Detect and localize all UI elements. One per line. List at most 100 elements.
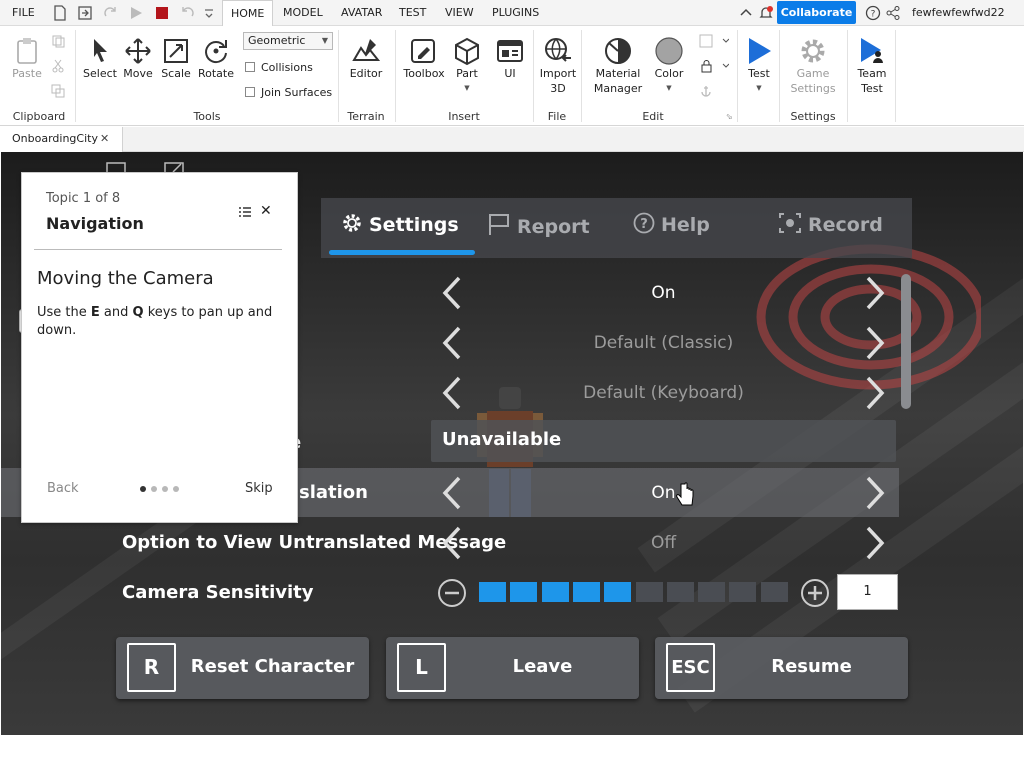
resume-button[interactable]: ESC Resume [655,637,908,699]
setting-value: Default (Keyboard) [583,383,744,403]
tab-home[interactable]: HOME [222,0,274,27]
divider [847,30,848,122]
divider [581,30,582,122]
material-manager-button[interactable]: Material Manager [590,36,646,96]
tab-help-label: Help [661,214,710,236]
share-icon[interactable] [885,5,901,21]
camera-sensitivity-input[interactable]: 1 [837,574,898,610]
collapse-ribbon-icon[interactable] [738,5,754,21]
team-test-label-line1: Team [857,67,887,80]
paste-label: Paste [12,67,42,80]
sensitivity-segment[interactable] [635,582,663,602]
chevron-right-icon[interactable] [863,275,887,311]
chevron-right-icon[interactable] [863,475,887,511]
tab-model[interactable]: MODEL [279,0,327,26]
tab-help[interactable]: ? Help [633,212,710,236]
username[interactable]: fewfewfewfwd22 [912,0,1005,26]
divider [34,249,282,250]
geometry-mode-select[interactable]: Geometric ▼ [243,32,333,50]
team-test-button[interactable]: Team Test [852,36,892,96]
tab-record-label: Record [808,214,883,236]
sensitivity-segment[interactable] [572,582,600,602]
part-button[interactable]: Part ▼ [451,36,483,96]
divider [395,30,396,122]
toolbox-button[interactable]: Toolbox [401,36,447,81]
chevron-down-icon: ▼ [464,84,470,92]
terrain-editor-button[interactable]: Editor [345,36,387,81]
chevron-right-icon[interactable] [863,325,887,361]
tab-report[interactable]: Report [487,212,590,238]
move-tool-button[interactable]: Move [121,36,155,81]
chevron-right-icon[interactable] [863,375,887,411]
skip-button[interactable]: Skip [245,481,273,496]
game-settings-button[interactable]: Game Settings [786,36,840,96]
sensitivity-segment[interactable] [666,582,694,602]
lock-icon[interactable] [699,59,729,73]
editor-label: Editor [349,67,383,80]
chevron-left-icon[interactable] [440,375,464,411]
new-file-icon[interactable] [52,5,68,21]
chevron-left-icon[interactable] [440,275,464,311]
increase-plus-icon[interactable] [800,578,830,608]
sensitivity-segment[interactable] [729,582,757,602]
undo-icon[interactable] [180,5,196,21]
collaborate-button[interactable]: Collaborate [777,1,856,24]
redo-icon[interactable] [102,5,118,21]
tab-plugins[interactable]: PLUGINS [488,0,543,26]
sensitivity-segment[interactable] [510,582,538,602]
expand-group-icon[interactable]: ⬂ [726,112,733,121]
sensitivity-segment[interactable] [698,582,726,602]
color-button[interactable]: Color ▼ [650,36,688,96]
tab-avatar[interactable]: AVATAR [337,0,386,26]
back-button[interactable]: Back [47,481,79,496]
stop-icon[interactable] [154,5,170,21]
notification-bell-icon[interactable] [758,5,774,21]
unavailable-dropdown[interactable]: Unavailable [431,420,896,462]
file-group-label: File [547,110,567,123]
edit-group-label: Edit [642,110,664,123]
publish-icon[interactable] [77,5,93,21]
material-label-line2: Manager [593,82,643,95]
tutorial-title: Navigation [46,214,144,233]
reset-character-button[interactable]: R Reset Character [116,637,369,699]
join-surfaces-checkbox[interactable]: Join Surfaces [245,86,332,100]
chevron-right-icon[interactable] [863,525,887,561]
test-button[interactable]: Test ▼ [742,36,776,96]
tab-view[interactable]: VIEW [441,0,478,26]
sensitivity-segment[interactable] [760,582,788,602]
settings-scrollbar[interactable] [901,274,911,409]
sensitivity-segment[interactable] [479,582,506,602]
copy-icon[interactable] [51,34,65,48]
anchor-icon[interactable] [699,84,713,98]
leave-button[interactable]: L Leave [386,637,639,699]
decrease-minus-icon[interactable] [437,578,467,608]
play-icon[interactable] [128,5,144,21]
checkbox-box [245,87,255,97]
duplicate-icon[interactable] [51,84,65,98]
chevron-left-icon[interactable] [440,325,464,361]
sensitivity-segment[interactable] [604,582,632,602]
help-icon[interactable]: ? [865,5,881,21]
topic-list-icon[interactable] [238,206,252,218]
paste-button[interactable]: Paste [8,36,46,81]
chevron-left-icon[interactable] [440,525,464,561]
close-tab-icon[interactable]: ✕ [100,127,109,151]
group-icon[interactable] [699,34,729,48]
chevron-down-icon: ▼ [756,84,762,92]
rotate-tool-button[interactable]: Rotate [197,36,235,81]
cut-icon[interactable] [51,59,65,73]
collisions-checkbox[interactable]: Collisions [245,61,313,75]
file-menu[interactable]: FILE [12,0,35,26]
tab-settings[interactable]: Settings [341,212,459,236]
sensitivity-segment[interactable] [541,582,569,602]
select-tool-button[interactable]: Select [82,36,118,81]
tab-test[interactable]: TEST [395,0,430,26]
scale-tool-button[interactable]: Scale [159,36,193,81]
tab-record[interactable]: Record [778,212,883,236]
quick-access-dropdown-icon[interactable] [203,5,215,21]
chevron-left-icon[interactable] [440,475,464,511]
close-icon[interactable]: ✕ [260,203,272,219]
ui-button[interactable]: UI [493,36,527,81]
document-tab-onboardingcity[interactable]: OnboardingCity ✕ [0,127,123,152]
import-3d-button[interactable]: Import 3D [537,36,579,96]
